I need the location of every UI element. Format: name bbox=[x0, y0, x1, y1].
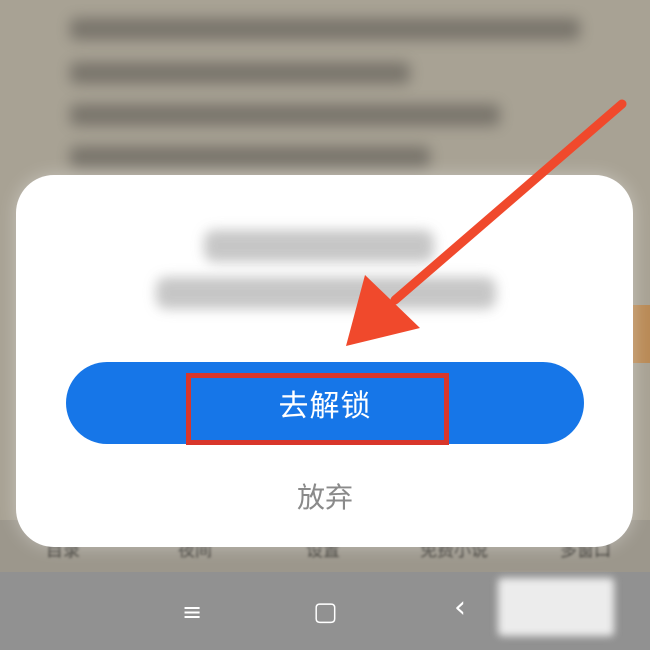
home-icon[interactable]: ▢ bbox=[313, 599, 338, 625]
blurred-text-line bbox=[70, 62, 410, 84]
blurred-watermark bbox=[498, 578, 614, 636]
unlock-button[interactable]: 去解锁 bbox=[66, 362, 584, 444]
blurred-dialog-title bbox=[204, 230, 434, 262]
side-accent-tab bbox=[632, 305, 650, 363]
back-icon[interactable]: ‹ bbox=[454, 593, 466, 623]
blurred-text-line bbox=[70, 18, 580, 40]
menu-icon[interactable]: ≡ bbox=[182, 600, 202, 624]
give-up-button[interactable]: 放弃 bbox=[225, 468, 425, 524]
blurred-text-line bbox=[70, 146, 430, 168]
blurred-text-line bbox=[70, 104, 500, 126]
blurred-dialog-message bbox=[156, 277, 496, 309]
